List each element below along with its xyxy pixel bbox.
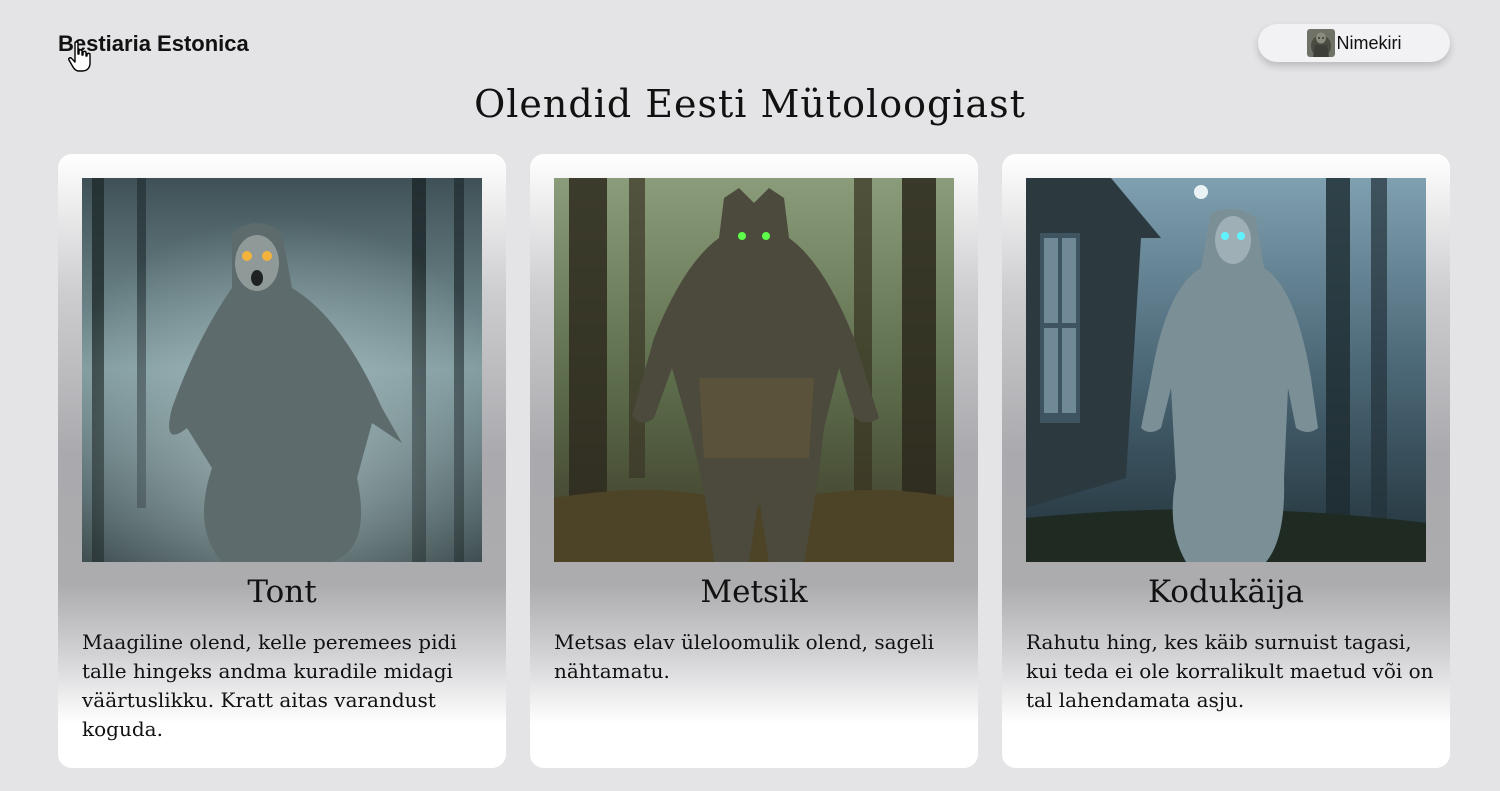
tont-image: [82, 178, 482, 562]
metsik-image: [554, 178, 954, 562]
card-title: Kodukäija: [1147, 574, 1305, 610]
card-title: Metsik: [700, 574, 808, 610]
card-description: Maagiline olend, kelle peremees pidi tal…: [82, 630, 457, 741]
page: Bestiaria Estonica Nimekiri Olendid Eest…: [0, 0, 1500, 791]
creature-card[interactable]: Tont Maagiline olend, kelle peremees pid…: [58, 154, 506, 768]
card-title: Tont: [247, 574, 317, 610]
creature-card[interactable]: Metsik Metsas elav üleloomulik olend, sa…: [530, 154, 978, 768]
kodukaija-image: [1026, 178, 1426, 562]
creature-avatar-icon: [1306, 29, 1335, 57]
creature-card[interactable]: Kodukäija Rahutu hing, kes käib surnuist…: [1002, 154, 1450, 768]
nav-button-label: Nimekiri: [1336, 32, 1402, 53]
hand-cursor-icon: [68, 41, 91, 72]
card-description: Metsas elav üleloomulik olend, sageli nä…: [554, 630, 934, 683]
card-description: Rahutu hing, kes käib surnuist tagasi, k…: [1026, 630, 1434, 712]
list-nav-button[interactable]: Nimekiri: [1258, 24, 1450, 62]
page-title: Olendid Eesti Mütoloogiast: [474, 82, 1026, 126]
